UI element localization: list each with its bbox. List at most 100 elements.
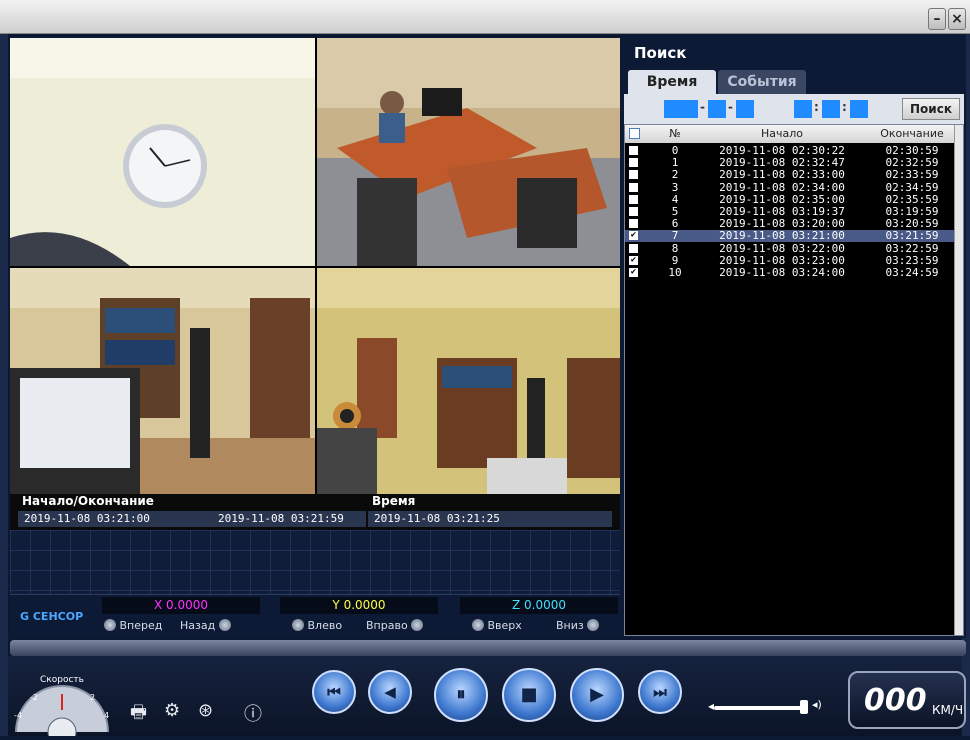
camera-view-3[interactable] bbox=[10, 268, 315, 494]
camera-view-4[interactable] bbox=[317, 268, 620, 494]
gear-icon[interactable]: ⚙ bbox=[164, 700, 180, 721]
tick-4: 4 bbox=[104, 711, 109, 720]
minute-field[interactable] bbox=[822, 100, 840, 118]
row-start: 2019-11-08 02:35:00 bbox=[719, 192, 845, 206]
row-start: 2019-11-08 03:22:00 bbox=[719, 241, 845, 255]
forward-label: Вперед bbox=[119, 619, 163, 632]
forward-button[interactable]: Вперед bbox=[104, 618, 162, 634]
row-checkbox[interactable] bbox=[629, 146, 638, 155]
list-item[interactable]: 6 2019-11-08 03:20:00 03:20:59 bbox=[625, 218, 955, 230]
row-checkbox[interactable] bbox=[629, 182, 638, 192]
pause-button[interactable]: ⏸ bbox=[434, 668, 488, 722]
timeline-scrollbar[interactable] bbox=[10, 640, 966, 656]
z-axis-value: Z 0.0000 bbox=[460, 597, 618, 614]
backward-label: Назад bbox=[180, 619, 216, 632]
row-checkbox[interactable] bbox=[629, 170, 638, 180]
close-button[interactable]: × bbox=[948, 8, 966, 30]
list-header: № Начало Окончание bbox=[625, 125, 955, 143]
header-end[interactable]: Окончание bbox=[869, 125, 955, 143]
tick-minus4: -4 bbox=[14, 711, 22, 720]
recordings-list: № Начало Окончание 0 2019-11-08 02:30:22 0… bbox=[624, 124, 964, 636]
tick-minus2: -2 bbox=[30, 693, 38, 702]
time-label: Время bbox=[372, 494, 416, 508]
up-button[interactable]: Вверх bbox=[472, 618, 522, 634]
left-dot-icon bbox=[292, 619, 304, 631]
timeline-grid[interactable] bbox=[10, 530, 620, 594]
right-dot-icon bbox=[411, 619, 424, 631]
down-label: Вниз bbox=[556, 619, 584, 632]
row-checkbox[interactable] bbox=[629, 194, 638, 204]
select-all-checkbox[interactable] bbox=[629, 128, 640, 139]
hour-field[interactable] bbox=[794, 100, 812, 118]
list-item[interactable]: 2 2019-11-08 02:33:00 02:33:59 bbox=[625, 169, 955, 181]
row-checkbox[interactable]: ✔ bbox=[629, 268, 638, 277]
g-sensor-panel: G СЕНСОР X 0.0000 Вперед Назад Y 0.0000 … bbox=[10, 594, 620, 638]
day-field[interactable] bbox=[736, 100, 754, 118]
g-sensor-title: G СЕНСОР bbox=[20, 610, 84, 623]
camera-view-2[interactable] bbox=[317, 38, 620, 266]
row-number: 5 bbox=[671, 205, 679, 218]
minimize-button[interactable]: – bbox=[928, 8, 946, 30]
film-reel-icon[interactable]: ⊛ bbox=[198, 700, 213, 721]
header-start[interactable]: Начало bbox=[697, 125, 867, 143]
list-item[interactable]: 8 2019-11-08 03:22:00 03:22:59 bbox=[625, 241, 955, 255]
list-item[interactable]: ✔ 9 2019-11-08 03:23:00 03:23:59 bbox=[625, 253, 955, 267]
tab-events[interactable]: События bbox=[718, 70, 806, 94]
volume-slider[interactable] bbox=[714, 706, 808, 710]
list-item[interactable]: ✔ 10 2019-11-08 03:24:00 03:24:59 bbox=[625, 267, 955, 279]
speed-gauge-label: Скорость bbox=[40, 675, 84, 685]
row-number: 6 bbox=[671, 217, 679, 231]
list-item[interactable]: 3 2019-11-08 02:34:00 02:34:59 bbox=[625, 180, 955, 194]
row-number: 4 bbox=[671, 192, 679, 206]
row-number: 9 bbox=[671, 253, 679, 267]
list-item[interactable]: 5 2019-11-08 03:19:37 03:19:59 bbox=[625, 206, 955, 218]
row-checkbox[interactable] bbox=[629, 158, 638, 168]
rewind-button[interactable]: ◀ bbox=[368, 670, 412, 714]
play-button[interactable]: ▶ bbox=[570, 668, 624, 722]
second-field[interactable] bbox=[850, 100, 868, 118]
info-icon[interactable]: ⓘ bbox=[244, 700, 262, 726]
header-number[interactable]: № bbox=[655, 125, 695, 143]
row-end: 02:35:59 bbox=[885, 192, 939, 206]
row-number: 0 bbox=[671, 144, 679, 157]
stop-button[interactable]: ■ bbox=[502, 668, 556, 722]
row-checkbox[interactable] bbox=[629, 243, 638, 253]
row-checkbox[interactable] bbox=[629, 219, 638, 229]
row-number: 10 bbox=[668, 266, 682, 279]
list-item[interactable]: ✔ 7 2019-11-08 03:21:00 03:21:59 bbox=[625, 229, 955, 243]
next-button[interactable]: ⏭ bbox=[638, 670, 682, 714]
volume-knob[interactable] bbox=[800, 700, 808, 714]
camera-view-1[interactable] bbox=[10, 38, 315, 266]
search-button[interactable]: Поиск bbox=[902, 98, 960, 120]
right-button[interactable]: Вправо bbox=[366, 618, 424, 634]
list-scrollbar[interactable] bbox=[954, 125, 963, 635]
speed-value: 000 bbox=[864, 683, 927, 718]
list-item[interactable]: 0 2019-11-08 02:30:22 02:30:59 bbox=[625, 145, 955, 157]
playback-info-bar: Начало/Окончание 2019-11-08 03:21:00 201… bbox=[10, 494, 620, 530]
backward-button[interactable]: Назад bbox=[180, 618, 231, 634]
list-item[interactable]: 4 2019-11-08 02:35:00 02:35:59 bbox=[625, 192, 955, 206]
list-item[interactable]: 1 2019-11-08 02:32:47 02:32:59 bbox=[625, 157, 955, 169]
down-dot-icon bbox=[587, 619, 600, 631]
row-end: 02:34:59 bbox=[885, 180, 939, 194]
row-checkbox[interactable]: ✔ bbox=[629, 255, 638, 265]
row-end: 03:24:59 bbox=[885, 266, 939, 279]
x-axis-value: X 0.0000 bbox=[102, 597, 260, 614]
left-button[interactable]: Влево bbox=[292, 618, 342, 634]
down-button[interactable]: Вниз bbox=[556, 618, 600, 634]
up-label: Вверх bbox=[487, 619, 522, 632]
previous-button[interactable]: ⏮ bbox=[312, 670, 356, 714]
tab-time[interactable]: Время bbox=[628, 70, 716, 94]
print-icon[interactable]: 🖶 bbox=[130, 700, 147, 730]
row-checkbox[interactable]: ✔ bbox=[629, 231, 638, 241]
end-time-value: 2019-11-08 03:21:59 bbox=[218, 512, 344, 525]
forward-dot-icon bbox=[104, 619, 116, 631]
speed-gauge[interactable]: Скорость -4 -2 2 4 bbox=[8, 670, 116, 740]
year-field[interactable] bbox=[664, 100, 698, 118]
current-time-value: 2019-11-08 03:21:25 bbox=[368, 511, 612, 527]
row-checkbox[interactable] bbox=[629, 207, 638, 216]
month-field[interactable] bbox=[708, 100, 726, 118]
row-start: 2019-11-08 03:21:00 bbox=[719, 229, 845, 243]
row-number: 8 bbox=[671, 241, 679, 255]
row-end: 02:33:59 bbox=[885, 168, 939, 182]
